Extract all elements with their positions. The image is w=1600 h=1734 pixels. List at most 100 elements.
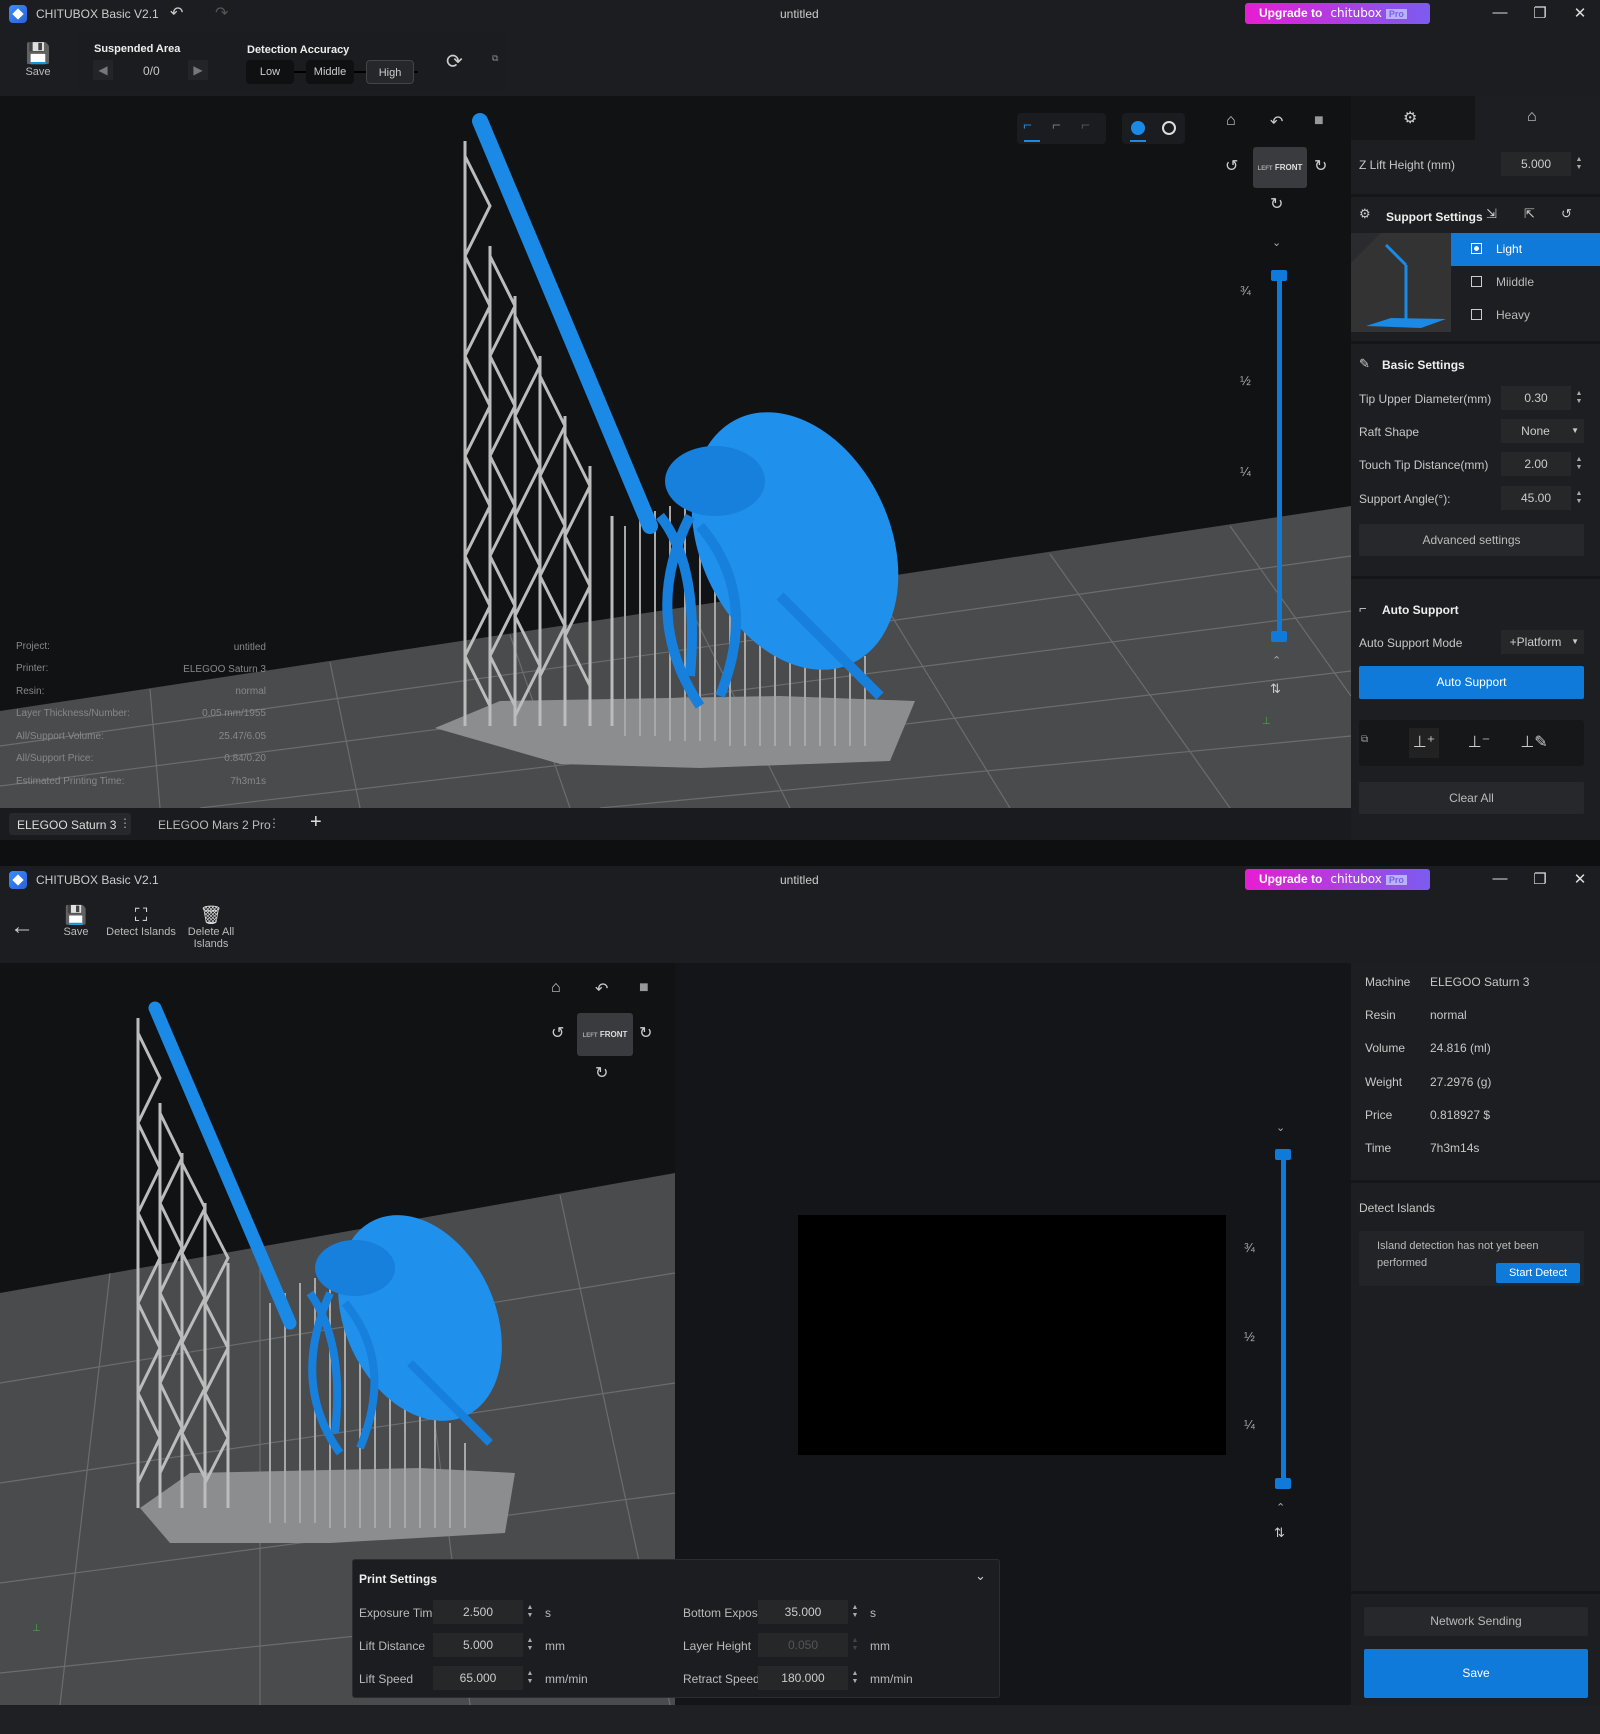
- detect-islands-button[interactable]: ⛶ Detect Islands: [106, 905, 176, 938]
- collapse-chevron-icon[interactable]: ⌄: [975, 1568, 986, 1584]
- reset-rotate-icon[interactable]: ↶: [1270, 112, 1283, 132]
- z-lift-input[interactable]: 5.000: [1501, 152, 1571, 176]
- top-3d-viewport[interactable]: ⌐ ⌐ ⌐ ⌂ ↶ ■ ↺ LEFT FRONT ↻ ↻ ⌄ ⌃ ⇅ ¾ ½ ¼…: [0, 96, 1351, 808]
- save-button[interactable]: Save: [1364, 1649, 1588, 1698]
- solid-mode-icon[interactable]: [1131, 121, 1145, 135]
- retract-speed-stepper[interactable]: ▲ ▼: [850, 1670, 860, 1686]
- home-view-icon[interactable]: ⌂: [1226, 112, 1236, 130]
- perspective-cube-icon[interactable]: ■: [1314, 112, 1324, 130]
- back-arrow-icon[interactable]: ←: [10, 913, 34, 941]
- add-support-icon[interactable]: ⊥⁺: [1409, 728, 1439, 758]
- layer-slider-track[interactable]: [1281, 1155, 1286, 1482]
- accuracy-high[interactable]: High: [366, 60, 414, 84]
- support-medium-icon[interactable]: ⌐: [1052, 117, 1061, 134]
- support-angle-input[interactable]: 45.00: [1501, 486, 1571, 510]
- upgrade-button[interactable]: Upgrade to chitubox Pro: [1245, 869, 1430, 890]
- slider-down-chevron[interactable]: ⌃: [1272, 654, 1281, 667]
- printer-tab-saturn3[interactable]: ELEGOO Saturn 3 ⋮: [9, 813, 131, 835]
- slider-swap-icon[interactable]: ⇅: [1270, 681, 1281, 697]
- rotate-down-icon[interactable]: ↻: [1270, 194, 1283, 214]
- lift-speed-stepper[interactable]: ▲ ▼: [525, 1670, 535, 1686]
- refresh-icon[interactable]: ⟳: [446, 49, 463, 74]
- next-area-button[interactable]: ▶: [188, 60, 208, 80]
- layer-slider-lower-handle[interactable]: [1275, 1478, 1291, 1489]
- undo-icon[interactable]: ↶: [170, 3, 183, 23]
- exposure-time-input[interactable]: 2.500: [433, 1600, 523, 1624]
- z-lift-stepper[interactable]: ▲ ▼: [1574, 156, 1584, 172]
- start-detect-button[interactable]: Start Detect: [1496, 1263, 1580, 1283]
- upgrade-button[interactable]: Upgrade to chitubox Pro: [1245, 3, 1430, 24]
- minimize-button[interactable]: —: [1488, 4, 1512, 21]
- expand-icon[interactable]: ⧉: [1361, 734, 1368, 745]
- printer-tab-mars2pro[interactable]: ELEGOO Mars 2 Pro ⋮: [150, 813, 280, 835]
- cube-left-face[interactable]: LEFT: [1258, 166, 1273, 172]
- layer-slider-upper-handle[interactable]: [1275, 1149, 1291, 1160]
- view-cube[interactable]: LEFT FRONT: [577, 1013, 633, 1056]
- retract-speed-input[interactable]: 180.000: [758, 1666, 848, 1690]
- xray-mode-icon[interactable]: [1162, 121, 1176, 135]
- add-printer-button[interactable]: +: [310, 811, 322, 834]
- close-button[interactable]: ✕: [1568, 870, 1592, 888]
- support-light-icon[interactable]: ⌐: [1023, 117, 1032, 134]
- view-cube[interactable]: LEFT FRONT: [1253, 147, 1307, 188]
- remove-support-icon[interactable]: ⊥⁻: [1464, 728, 1494, 758]
- rotate-right-icon[interactable]: ↻: [1314, 156, 1327, 176]
- raft-shape-select[interactable]: None ▼: [1501, 419, 1584, 443]
- prev-area-button[interactable]: ◀: [93, 60, 113, 80]
- support-option-middle[interactable]: Miiddle: [1451, 266, 1600, 299]
- bottom-exposure-stepper[interactable]: ▲ ▼: [850, 1604, 860, 1620]
- save-button[interactable]: 💾 Save: [18, 41, 58, 78]
- edit-support-icon[interactable]: ⊥✎: [1519, 728, 1549, 758]
- touch-tip-stepper[interactable]: ▲ ▼: [1574, 456, 1584, 472]
- slider-swap-icon[interactable]: ⇅: [1274, 1525, 1285, 1541]
- export-preset-icon[interactable]: ⇱: [1524, 206, 1535, 222]
- rotate-left-icon[interactable]: ↺: [551, 1023, 564, 1043]
- home-view-icon[interactable]: ⌂: [551, 979, 561, 997]
- touch-tip-input[interactable]: 2.00: [1501, 452, 1571, 476]
- support-angle-stepper[interactable]: ▲ ▼: [1574, 490, 1584, 506]
- tab-settings[interactable]: ⚙: [1351, 96, 1475, 140]
- more-icon[interactable]: ⋮: [268, 816, 280, 830]
- accuracy-middle[interactable]: Middle: [306, 60, 354, 84]
- network-sending-button[interactable]: Network Sending: [1364, 1607, 1588, 1636]
- support-option-light[interactable]: Light: [1451, 233, 1600, 266]
- accuracy-low[interactable]: Low: [246, 60, 294, 84]
- save-button[interactable]: 💾 Save: [56, 905, 96, 938]
- auto-support-mode-select[interactable]: +Platform ▼: [1501, 630, 1584, 654]
- exposure-time-stepper[interactable]: ▲ ▼: [525, 1604, 535, 1620]
- more-icon[interactable]: ⋮: [119, 816, 131, 830]
- reset-rotate-icon[interactable]: ↶: [595, 979, 608, 999]
- restore-button[interactable]: ❐: [1528, 4, 1552, 22]
- layer-slider-upper-handle[interactable]: [1271, 270, 1287, 281]
- advanced-settings-button[interactable]: Advanced settings: [1359, 524, 1584, 556]
- lift-distance-input[interactable]: 5.000: [433, 1633, 523, 1657]
- restore-button[interactable]: ❐: [1528, 870, 1552, 888]
- layer-slider-track[interactable]: [1277, 276, 1282, 638]
- reset-preset-icon[interactable]: ↺: [1561, 206, 1572, 222]
- cube-front-face[interactable]: FRONT: [600, 1030, 628, 1039]
- layer-slider-lower-handle[interactable]: [1271, 631, 1287, 642]
- tip-diameter-input[interactable]: 0.30: [1501, 386, 1571, 410]
- redo-icon[interactable]: ↷: [215, 3, 228, 23]
- collapse-icon[interactable]: ⧉: [492, 53, 498, 64]
- lift-speed-input[interactable]: 65.000: [433, 1666, 523, 1690]
- import-preset-icon[interactable]: ⇲: [1486, 206, 1497, 222]
- slider-down-chevron[interactable]: ⌃: [1276, 1501, 1285, 1514]
- slider-up-chevron[interactable]: ⌄: [1276, 1121, 1285, 1134]
- perspective-cube-icon[interactable]: ■: [639, 979, 649, 997]
- close-button[interactable]: ✕: [1568, 4, 1592, 22]
- auto-support-button[interactable]: Auto Support: [1359, 666, 1584, 699]
- tip-diameter-stepper[interactable]: ▲ ▼: [1574, 390, 1584, 406]
- support-option-heavy[interactable]: Heavy: [1451, 299, 1600, 332]
- rotate-left-icon[interactable]: ↺: [1225, 156, 1238, 176]
- cube-front-face[interactable]: FRONT: [1275, 163, 1303, 172]
- clear-all-button[interactable]: Clear All: [1359, 782, 1584, 814]
- support-heavy-icon[interactable]: ⌐: [1081, 117, 1090, 134]
- cube-left-face[interactable]: LEFT: [583, 1033, 598, 1039]
- bottom-exposure-input[interactable]: 35.000: [758, 1600, 848, 1624]
- rotate-down-icon[interactable]: ↻: [595, 1063, 608, 1083]
- delete-all-islands-button[interactable]: 🗑 Delete All Islands: [184, 905, 238, 950]
- rotate-right-icon[interactable]: ↻: [639, 1023, 652, 1043]
- slider-up-chevron[interactable]: ⌄: [1272, 236, 1281, 249]
- lift-distance-stepper[interactable]: ▲ ▼: [525, 1637, 535, 1653]
